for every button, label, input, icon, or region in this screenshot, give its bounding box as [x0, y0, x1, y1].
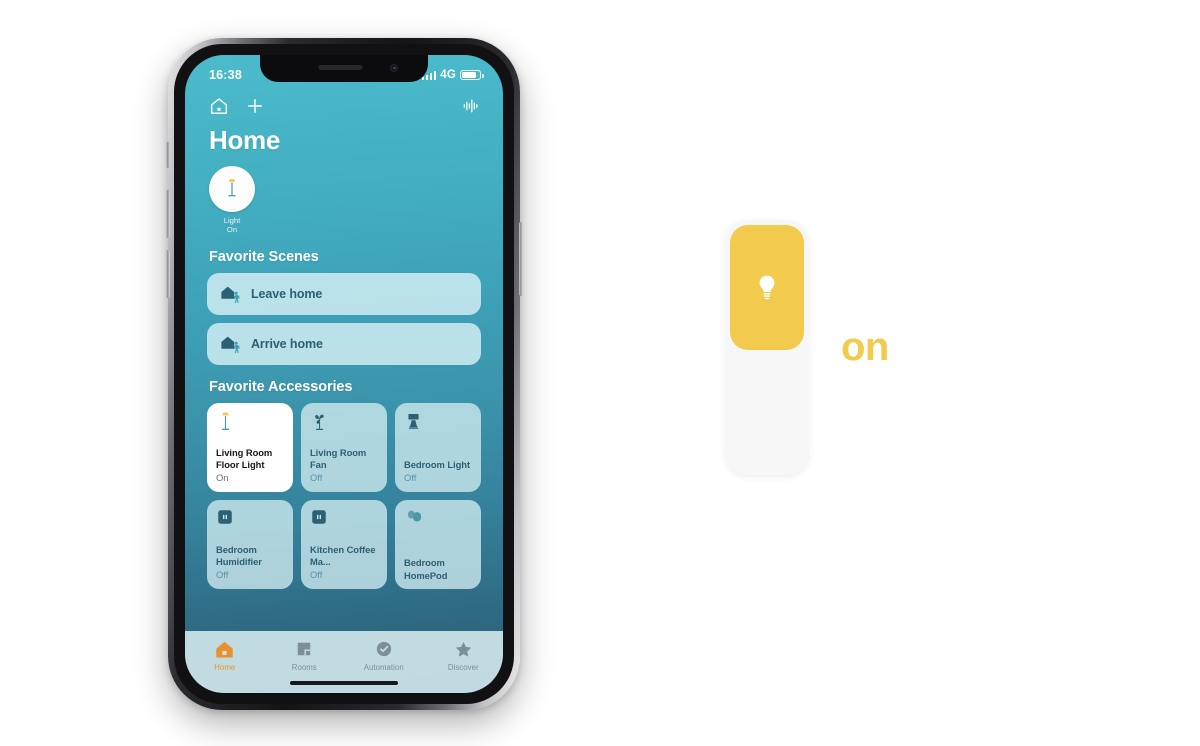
scene-arrive-home[interactable]: Arrive home	[207, 322, 481, 365]
tab-label: Home	[214, 663, 236, 672]
house-icon[interactable]	[209, 96, 229, 116]
house-filled-icon	[214, 638, 236, 660]
power-button[interactable]	[518, 222, 523, 296]
accessory-name: Living Room Floor Light	[216, 446, 273, 470]
lightbulb-icon	[754, 272, 780, 304]
accessory-state: Off	[404, 472, 417, 484]
phone-device: 16:38 4G Home Light On Favorite Scenes L…	[165, 38, 523, 710]
scene-label: Leave home	[251, 286, 323, 301]
tab-automation[interactable]: Automation	[344, 638, 424, 672]
volume-down-button[interactable]	[165, 250, 170, 298]
status-summary-state: On	[226, 225, 238, 235]
table-lamp-icon	[404, 411, 473, 441]
page-title: Home	[209, 125, 281, 155]
accessory-card-living-room-floor-light[interactable]: Living Room Floor Light On	[207, 402, 293, 492]
accessory-card-bedroom-homepod[interactable]: Bedroom HomePod	[395, 499, 481, 589]
status-bar-time: 16:38	[209, 68, 242, 82]
accessory-name: Bedroom Humidifier	[216, 543, 262, 567]
tab-rooms[interactable]: Rooms	[265, 638, 345, 672]
tab-discover[interactable]: Discover	[424, 638, 504, 672]
status-summary-item[interactable]: Light On	[209, 166, 255, 235]
accessories-grid: Living Room Floor Light On Living Room F…	[207, 402, 481, 589]
house-arriving-icon	[219, 333, 243, 355]
tab-bar: Home Rooms Automation Discover	[185, 631, 503, 693]
tab-label: Discover	[447, 663, 479, 672]
accessory-name: Living Room Fan	[310, 446, 367, 470]
scene-leave-home[interactable]: Leave home	[207, 272, 481, 315]
battery-icon	[460, 69, 484, 81]
status-bar-indicators: 4G	[421, 69, 484, 81]
floor-lamp-icon	[216, 411, 285, 441]
brightness-slider-callout: on	[725, 220, 889, 475]
accessory-name: Bedroom HomePod	[404, 557, 448, 581]
screenshot-canvas: 16:38 4G Home Light On Favorite Scenes L…	[0, 0, 1200, 746]
outlet-icon	[310, 508, 379, 538]
rooms-icon	[293, 638, 315, 660]
accessory-state: Off	[310, 569, 323, 581]
plus-icon[interactable]	[245, 96, 265, 116]
favorite-accessories-heading: Favorite Accessories	[209, 378, 353, 395]
accessory-name: Bedroom Light	[404, 458, 471, 470]
accessory-state: Off	[310, 472, 323, 484]
fan-icon	[310, 411, 379, 441]
favorite-scenes-heading: Favorite Scenes	[209, 248, 319, 265]
app-nav-bar	[185, 89, 503, 123]
accessory-card-bedroom-light[interactable]: Bedroom Light Off	[395, 402, 481, 492]
accessory-card-kitchen-coffee-maker[interactable]: Kitchen Coffee Ma... Off	[301, 499, 387, 589]
status-summary-row: Light On	[209, 166, 481, 235]
waveform-icon[interactable]	[461, 96, 481, 116]
homepod-icon	[404, 508, 473, 538]
volume-up-button[interactable]	[165, 190, 170, 238]
earpiece-speaker	[318, 65, 363, 70]
notch	[260, 55, 428, 82]
clock-check-icon	[373, 638, 395, 660]
scene-label: Arrive home	[251, 336, 323, 351]
tab-label: Rooms	[291, 663, 317, 672]
callout-label: on	[841, 325, 889, 369]
accessory-name: Kitchen Coffee Ma...	[310, 543, 376, 567]
brightness-slider-fill	[730, 225, 804, 351]
accessory-state: On	[216, 472, 229, 484]
phone-bezel: 16:38 4G Home Light On Favorite Scenes L…	[174, 44, 514, 704]
home-indicator[interactable]	[290, 681, 398, 685]
star-icon	[452, 638, 474, 660]
accessory-card-living-room-fan[interactable]: Living Room Fan Off	[301, 402, 387, 492]
network-type-label: 4G	[440, 69, 456, 81]
outlet-icon	[216, 508, 285, 538]
tab-home[interactable]: Home	[185, 638, 265, 672]
phone-screen: 16:38 4G Home Light On Favorite Scenes L…	[185, 55, 503, 693]
accessory-state: Off	[216, 569, 229, 581]
front-camera	[390, 64, 398, 72]
home-scroll-content: Home Light On Favorite Scenes Leave home…	[185, 123, 503, 631]
house-leaving-icon	[219, 283, 243, 305]
floor-lamp-icon	[209, 166, 255, 212]
accessory-card-bedroom-humidifier[interactable]: Bedroom Humidifier Off	[207, 499, 293, 589]
mute-switch[interactable]	[166, 142, 170, 168]
status-summary-label: Light	[223, 216, 241, 225]
tab-label: Automation	[363, 663, 404, 672]
brightness-slider[interactable]	[725, 220, 809, 475]
